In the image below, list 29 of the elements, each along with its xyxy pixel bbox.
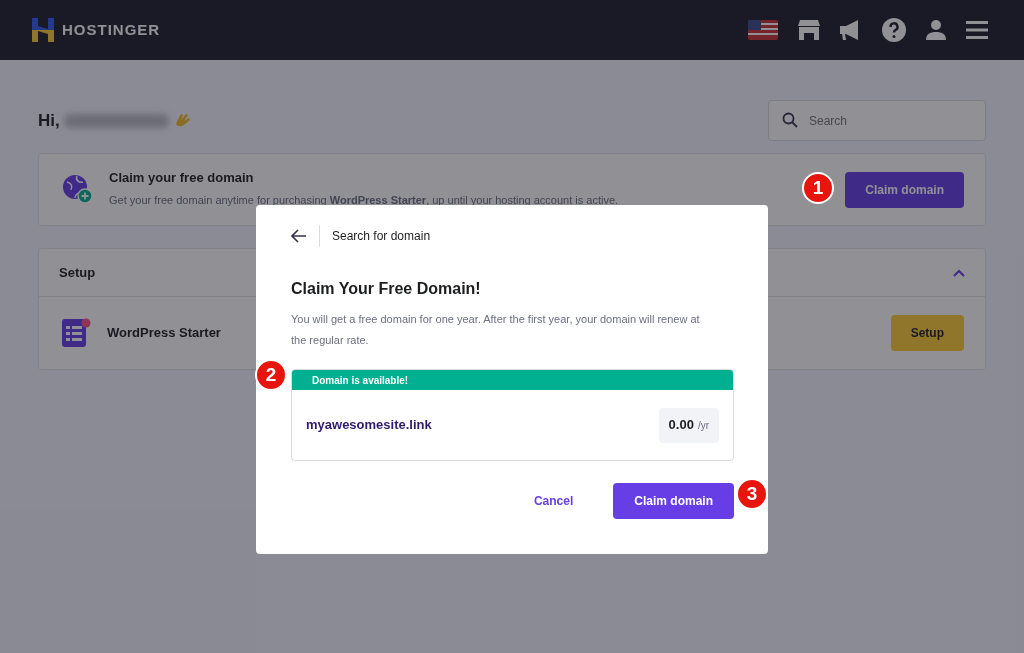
claim-domain-button[interactable]: Claim domain bbox=[845, 171, 964, 208]
back-arrow-icon[interactable] bbox=[291, 229, 307, 243]
chevron-up-icon[interactable] bbox=[953, 268, 965, 277]
greeting-text: Hi, bbox=[38, 109, 60, 132]
logo-icon bbox=[32, 18, 54, 42]
price-period: /yr bbox=[697, 418, 709, 433]
menu-icon[interactable] bbox=[966, 21, 988, 39]
promo-title: Claim your free domain bbox=[109, 169, 255, 187]
flag-icon[interactable] bbox=[748, 20, 778, 40]
availability-banner: Domain is available! bbox=[292, 370, 733, 390]
cancel-button[interactable]: Cancel bbox=[523, 492, 584, 510]
store-icon[interactable] bbox=[798, 20, 820, 40]
setup-title: Setup bbox=[59, 263, 96, 282]
checklist-icon bbox=[61, 318, 91, 348]
search-field[interactable]: Search bbox=[768, 100, 986, 141]
logo-text: HOSTINGER bbox=[62, 19, 161, 40]
user-icon[interactable] bbox=[926, 20, 946, 40]
setup-button[interactable]: Setup bbox=[890, 315, 964, 351]
search-icon bbox=[782, 112, 798, 128]
price-value: 0.00 bbox=[668, 416, 694, 435]
promo-text: Get your free domain anytime for purchasing WordPress Starter, up until your hosting account is active. bbox=[109, 192, 619, 208]
claim-domain-button[interactable]: Claim domain bbox=[613, 483, 734, 519]
dialog-title: Claim Your Free Domain! bbox=[291, 279, 482, 299]
dialog-description: You will get a free domain for one year. After the first year, your domain will renew at the regular rate. bbox=[291, 312, 701, 348]
setup-item-label: WordPress Starter bbox=[107, 324, 221, 343]
globe-plus-icon bbox=[61, 174, 93, 204]
domain-name: myawesomesite.link bbox=[306, 416, 432, 435]
breadcrumb-text: Search for domain bbox=[332, 228, 431, 245]
help-icon[interactable] bbox=[882, 18, 906, 42]
